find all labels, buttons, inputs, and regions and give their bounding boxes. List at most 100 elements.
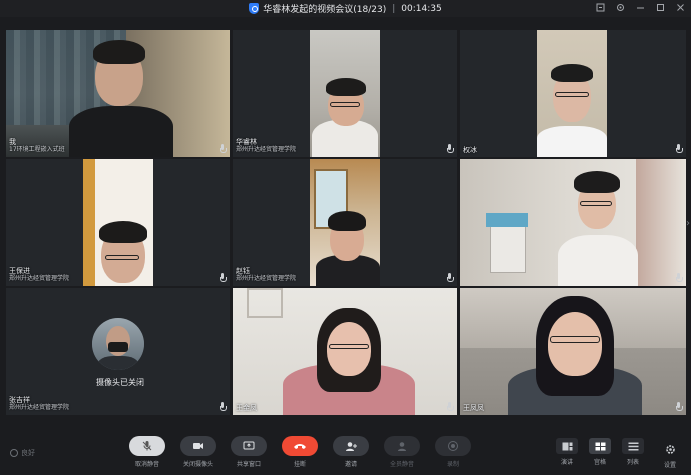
- video-feed: [233, 288, 457, 415]
- record-button[interactable]: 录制: [434, 436, 472, 468]
- participant-video-figure: [310, 211, 380, 286]
- video-tile-participant[interactable]: 华睿林 郑州升达经贸管理学院: [233, 30, 457, 157]
- video-feed: [83, 159, 153, 286]
- video-tile-participant[interactable]: 王金凤: [233, 288, 457, 415]
- meeting-title-text: 华睿林发起的视频会议(18/23): [263, 5, 387, 15]
- hang-up-icon: [282, 436, 318, 456]
- mic-icon: [219, 402, 227, 411]
- mic-icon: [219, 144, 227, 153]
- camera-icon: [180, 436, 216, 456]
- video-feed: [537, 30, 607, 157]
- button-label: 全员静音: [389, 461, 414, 468]
- meeting-timer: 00:14:35: [401, 3, 442, 14]
- mic-muted-icon: [129, 436, 165, 456]
- network-signal: 良好: [10, 448, 35, 458]
- video-tile-participant[interactable]: 赵钰 郑州升达经贸管理学院: [233, 159, 457, 286]
- participant-name: 赵钰: [236, 267, 250, 275]
- participant-video-figure: [558, 169, 638, 286]
- list-layout-icon: [622, 438, 644, 454]
- close-icon[interactable]: [675, 2, 685, 12]
- unmute-button[interactable]: 取消静音: [128, 436, 166, 468]
- camera-button[interactable]: 关闭摄像头: [179, 436, 217, 468]
- shield-icon: [249, 3, 260, 14]
- layout-label: 列表: [626, 459, 639, 466]
- video-feed: [310, 30, 380, 157]
- share-screen-icon: [231, 436, 267, 456]
- participant-name: 王保进: [9, 267, 30, 275]
- video-feed: [460, 159, 686, 286]
- video-tile-participant[interactable]: 王保进 郑州升达经贸管理学院: [6, 159, 230, 286]
- video-grid: 我 17环境工程嵌入式班 华睿林 郑州升达经贸管理学院 权冰 王保进 郑州升达经…: [6, 30, 686, 416]
- maximize-icon[interactable]: [655, 2, 665, 12]
- button-label: 挂断: [293, 461, 306, 468]
- invite-button[interactable]: 邀请: [332, 436, 370, 468]
- participant-org: 郑州升达经贸管理学院: [9, 404, 70, 411]
- layout-list-button[interactable]: 列表: [621, 438, 645, 466]
- participant-label: 我 17环境工程嵌入式班: [9, 138, 65, 154]
- participant-label: 权冰: [463, 146, 477, 154]
- video-feed: [460, 288, 686, 415]
- participant-video-figure: [500, 296, 650, 415]
- camera-off-status: 摄像头已关闭: [96, 378, 144, 387]
- signal-icon: [10, 449, 18, 457]
- layout-label: 宫格: [593, 459, 606, 466]
- participant-label: 张吉祥 郑州升达经贸管理学院: [9, 396, 69, 412]
- share-screen-button[interactable]: 共享窗口: [230, 436, 268, 468]
- meeting-toolbar: 良好 取消静音 关闭摄像头 共享窗口 挂断 邀请 全员静音 录制 演讲 宫格 列…: [0, 430, 691, 475]
- layout-speaker-button[interactable]: 演讲: [555, 438, 579, 466]
- participant-name: 华睿林: [236, 138, 257, 146]
- participant-video-figure: [537, 60, 607, 157]
- avatar: [92, 318, 144, 370]
- video-tile-self[interactable]: 我 17环境工程嵌入式班: [6, 30, 230, 157]
- layout-label: 演讲: [560, 459, 573, 466]
- participant-org: 郑州升达经贸管理学院: [236, 146, 297, 153]
- settings-button[interactable]: 设置: [660, 440, 680, 469]
- button-label: 取消静音: [134, 461, 159, 468]
- mic-icon: [675, 144, 683, 153]
- window-controls: [595, 2, 685, 12]
- button-label: 关闭摄像头: [182, 461, 213, 468]
- mic-icon: [446, 144, 454, 153]
- mic-icon: [446, 402, 454, 411]
- participant-label: 王凤凤: [463, 404, 484, 412]
- title-bar: 华睿林发起的视频会议(18/23) | 00:14:35: [0, 0, 691, 17]
- button-label: 录制: [446, 461, 459, 468]
- participant-video-figure: [310, 74, 380, 157]
- participant-name: 王金凤: [236, 404, 257, 412]
- participant-video-figure: [83, 221, 153, 286]
- participant-label: 王金凤: [236, 404, 257, 412]
- mic-icon: [446, 273, 454, 282]
- video-tile-camera-off[interactable]: 摄像头已关闭 张吉祥 郑州升达经贸管理学院: [6, 288, 230, 415]
- chevron-right-icon[interactable]: ›: [686, 218, 690, 229]
- invite-icon: [333, 436, 369, 456]
- mute-all-button[interactable]: 全员静音: [383, 436, 421, 468]
- participant-name: 权冰: [463, 146, 477, 154]
- participant-label: 赵钰 郑州升达经贸管理学院: [236, 267, 296, 283]
- layout-grid-button[interactable]: 宫格: [588, 438, 612, 466]
- settings-label: 设置: [663, 462, 676, 469]
- participant-org: 郑州升达经贸管理学院: [236, 275, 297, 282]
- participant-name: 王凤凤: [463, 404, 484, 412]
- participant-video-figure: [283, 308, 415, 415]
- mic-icon: [675, 402, 683, 411]
- hang-up-button[interactable]: 挂断: [281, 436, 319, 468]
- grid-layout-icon: [589, 438, 611, 454]
- participant-org: 17环境工程嵌入式班: [9, 146, 65, 153]
- button-label: 邀请: [344, 461, 357, 468]
- settings-icon[interactable]: [615, 2, 625, 12]
- mic-icon: [219, 273, 227, 282]
- participant-video-figure: [61, 36, 181, 157]
- video-tile-participant[interactable]: 权冰: [460, 30, 686, 157]
- mute-all-icon: [384, 436, 420, 456]
- video-feed: [310, 159, 380, 286]
- minimize-icon[interactable]: [635, 2, 645, 12]
- video-tile-participant[interactable]: [460, 159, 686, 286]
- gear-icon: [665, 445, 675, 454]
- pin-icon[interactable]: [595, 2, 605, 12]
- participant-label: 王保进 郑州升达经贸管理学院: [9, 267, 69, 283]
- video-tile-participant[interactable]: 王凤凤: [460, 288, 686, 415]
- participant-label: 华睿林 郑州升达经贸管理学院: [236, 138, 296, 154]
- record-icon: [435, 436, 471, 456]
- signal-label: 良好: [21, 449, 35, 457]
- button-label: 共享窗口: [236, 461, 261, 468]
